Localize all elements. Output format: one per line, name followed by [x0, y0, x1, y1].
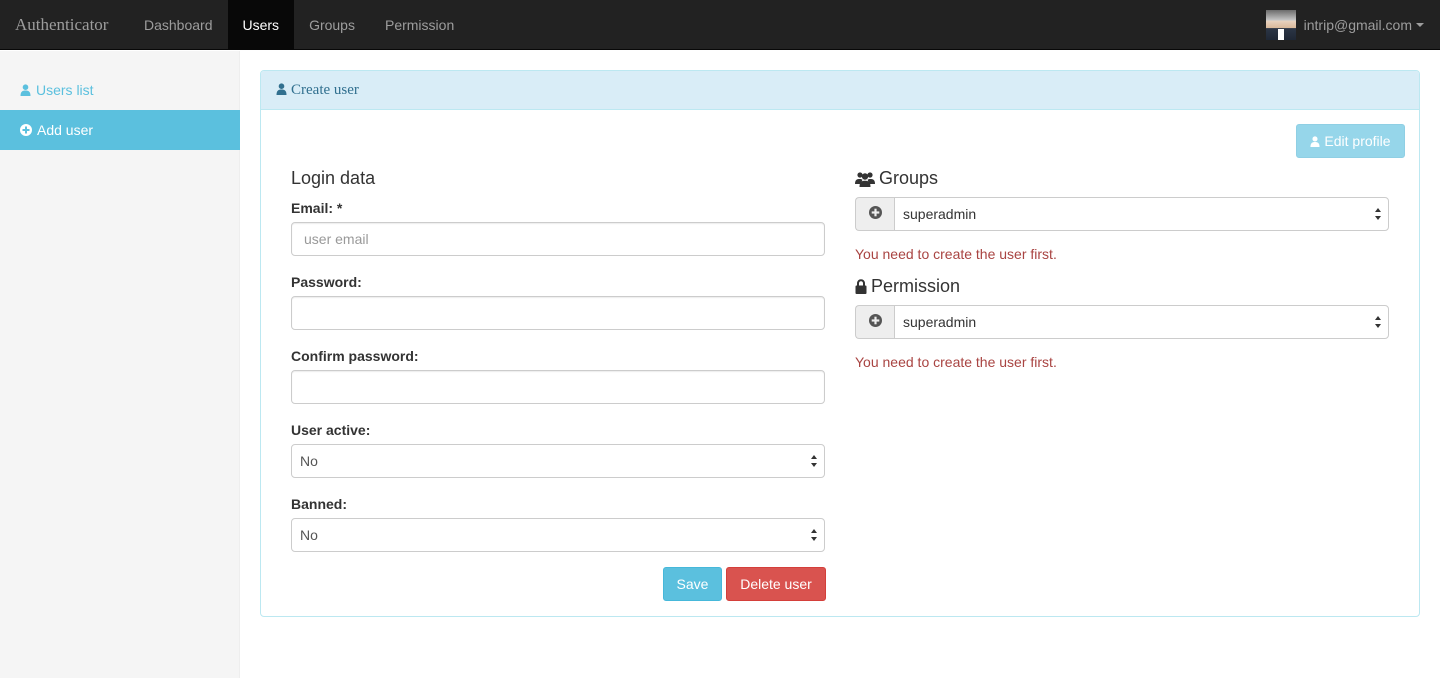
user-icon	[20, 84, 31, 96]
groups-heading: Groups	[855, 168, 938, 189]
password-label: Password:	[291, 274, 362, 290]
groups-selected-value: superadmin	[903, 206, 977, 222]
nav-item-permission[interactable]: Permission	[370, 0, 469, 49]
password-field[interactable]	[291, 296, 825, 330]
permission-select[interactable]: superadmin	[894, 305, 1389, 339]
edit-profile-button[interactable]: Edit profile	[1296, 124, 1405, 158]
user-active-label: User active:	[291, 422, 371, 438]
panel-title: Create user	[291, 81, 359, 98]
top-navbar: Authenticator Dashboard Users Groups Per…	[0, 0, 1440, 50]
sidebar-item-add-user[interactable]: Add user	[0, 110, 240, 150]
select-arrows-icon	[1375, 208, 1381, 220]
sidebar-item-users-list[interactable]: Users list	[0, 70, 240, 110]
permission-heading-label: Permission	[871, 276, 961, 296]
banned-select[interactable]: No	[291, 518, 825, 552]
save-button[interactable]: Save	[663, 567, 722, 601]
email-field[interactable]	[291, 222, 825, 256]
user-active-value: No	[300, 453, 318, 469]
user-active-select[interactable]: No	[291, 444, 825, 478]
sidebar-item-label: Add user	[37, 122, 94, 138]
nav-item-groups[interactable]: Groups	[294, 0, 370, 49]
permission-selected-value: superadmin	[903, 314, 977, 330]
panel-heading: Create user	[261, 71, 1419, 110]
add-group-button[interactable]	[855, 197, 894, 231]
create-user-panel: Create user Edit profile Login data Emai…	[260, 70, 1420, 617]
groups-input-group: superadmin	[855, 197, 1389, 231]
plus-circle-icon	[20, 124, 32, 136]
user-email: intrip@gmail.com	[1303, 16, 1412, 33]
groups-error-message: You need to create the user first.	[855, 246, 1057, 262]
sidebar-item-label: Users list	[36, 82, 94, 98]
delete-user-button[interactable]: Delete user	[726, 567, 826, 601]
permission-heading: Permission	[855, 276, 960, 297]
permission-error-message: You need to create the user first.	[855, 354, 1057, 370]
plus-circle-icon	[868, 206, 882, 222]
nav-item-dashboard[interactable]: Dashboard	[129, 0, 228, 49]
plus-circle-icon	[868, 314, 882, 330]
select-arrows-icon	[811, 455, 817, 467]
select-arrows-icon	[1375, 316, 1381, 328]
groups-heading-label: Groups	[879, 168, 939, 188]
user-menu[interactable]: intrip@gmail.com	[1265, 0, 1440, 49]
confirm-password-field[interactable]	[291, 370, 825, 404]
groups-select[interactable]: superadmin	[894, 197, 1389, 231]
edit-profile-label: Edit profile	[1324, 133, 1391, 149]
confirm-password-label: Confirm password:	[291, 348, 419, 364]
banned-label: Banned:	[291, 496, 347, 512]
users-group-icon	[855, 171, 875, 187]
select-arrows-icon	[811, 529, 817, 541]
banned-value: No	[300, 527, 318, 543]
chevron-down-icon	[1416, 22, 1424, 27]
email-label: Email: *	[291, 200, 343, 216]
lock-icon	[855, 279, 867, 294]
brand-logo[interactable]: Authenticator	[0, 0, 129, 49]
user-icon	[276, 82, 287, 98]
avatar	[1265, 9, 1296, 40]
permission-input-group: superadmin	[855, 305, 1389, 339]
nav-item-users[interactable]: Users	[227, 0, 295, 49]
login-data-heading: Login data	[291, 168, 376, 188]
user-icon	[1310, 135, 1320, 147]
sidebar: Users list Add user	[0, 51, 240, 678]
add-permission-button[interactable]	[855, 305, 894, 339]
